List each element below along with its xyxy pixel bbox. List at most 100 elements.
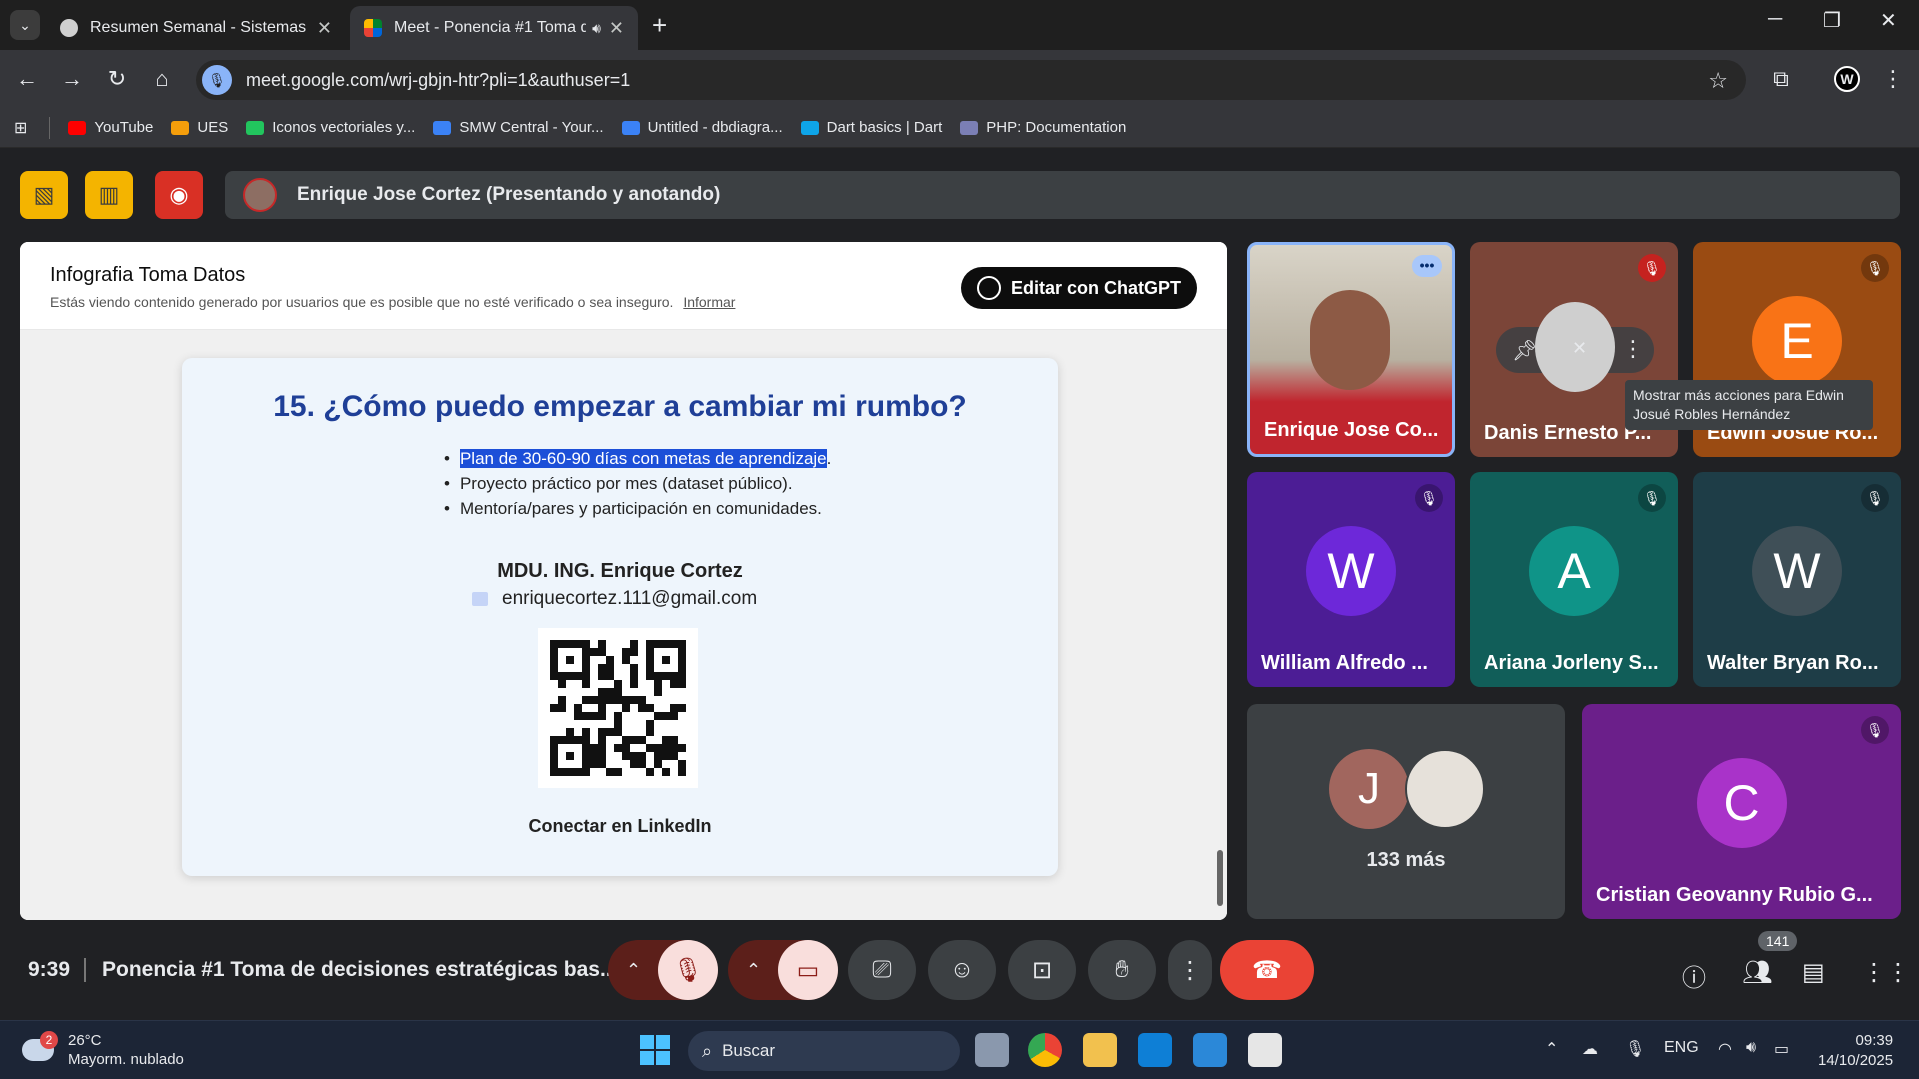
extensions-button[interactable]: ⧉ [1764, 62, 1798, 96]
php-icon [960, 120, 979, 135]
new-tab-button[interactable]: + [652, 10, 667, 41]
clock[interactable]: 09:39 14/10/2025 [1818, 1031, 1893, 1071]
linkedin-link[interactable]: Conectar en LinkedIn [182, 816, 1058, 837]
microphone-icon[interactable]: 🎙︎ [1625, 1039, 1645, 1059]
info-icon[interactable]: ⓘ [1682, 958, 1706, 993]
forward-button[interactable]: → [55, 62, 89, 96]
tab-search-button[interactable]: ⌄ [10, 10, 40, 40]
profile-button[interactable]: W [1830, 62, 1864, 96]
emoji-icon: ☺ [949, 956, 975, 983]
people-icon[interactable]: 👥︎ [1742, 958, 1772, 987]
reactions-button[interactable]: ☺ [928, 940, 996, 1000]
battery-icon[interactable]: ▭ [1774, 1039, 1789, 1059]
chrome-icon[interactable] [1028, 1033, 1062, 1067]
participant-tile[interactable]: 🎙︎ W William Alfredo ... [1247, 472, 1455, 687]
notepad-icon[interactable] [1193, 1033, 1227, 1067]
address-bar[interactable]: 🎙︎ meet.google.com/wrj-gbjn-htr?pli=1&au… [196, 60, 1746, 100]
call-controls: 9:39 Ponencia #1 Toma de decisiones estr… [0, 930, 1919, 1020]
menu-button[interactable]: ⋮ [1876, 62, 1910, 96]
leave-call-button[interactable]: ☎︎ [1220, 940, 1314, 1000]
bookmark-dart[interactable]: Dart basics | Dart [800, 119, 942, 136]
weather-widget[interactable]: 2 26°C Mayorm. nublado [22, 1031, 184, 1069]
participant-tile[interactable]: 🎙︎ A Ariana Jorleny S... [1470, 472, 1678, 687]
mic-toggle-button[interactable]: 🎙︎ [658, 940, 718, 1000]
pin-icon[interactable]: 📌︎ [1512, 338, 1537, 363]
star-icon[interactable]: ☆ [1708, 68, 1728, 94]
arrow-right-icon: → [61, 66, 83, 91]
bookmark-iconos[interactable]: Iconos vectoriales y... [246, 119, 415, 136]
present-screen-icon: ⎚ [872, 956, 892, 983]
camera-toggle-button[interactable]: ▭ [778, 940, 838, 1000]
report-link[interactable]: Informar [683, 294, 735, 310]
slide-bullets: Plan de 30-60-90 días con metas de apren… [444, 446, 831, 521]
more-options-button[interactable]: ⋮ [1168, 940, 1212, 1000]
more-participants-tile[interactable]: J 133 más [1247, 704, 1565, 919]
avatar: E [1752, 295, 1842, 386]
edit-with-chatgpt-button[interactable]: Editar con ChatGPT [960, 267, 1197, 309]
meet-area: ▧ ▥ ◉ Enrique Jose Cortez (Presentando y… [0, 149, 1919, 1019]
vscode-icon[interactable] [1138, 1033, 1172, 1067]
captions-button[interactable]: ⊡ [1008, 940, 1076, 1000]
more-vert-icon[interactable]: ⋮ [1622, 336, 1644, 362]
mic-off-icon: 🎙︎ [672, 956, 704, 984]
volume-icon[interactable]: 🔊︎ [1746, 1039, 1756, 1057]
back-button[interactable]: ← [10, 62, 44, 96]
participant-name: William Alfredo ... [1261, 652, 1428, 674]
home-button[interactable]: ⌂ [145, 62, 179, 96]
mail-icon [472, 592, 488, 606]
apps-grid-icon[interactable]: ⊞ [14, 118, 27, 138]
task-view-icon[interactable] [975, 1033, 1009, 1067]
chevron-up-icon[interactable]: ⌃ [1545, 1039, 1558, 1059]
mute-icon[interactable]: ✕ [1572, 338, 1587, 359]
annotate-button[interactable]: ▥ [85, 171, 133, 219]
store-icon[interactable] [1248, 1033, 1282, 1067]
recording-button[interactable]: ◉ [155, 171, 203, 219]
close-icon[interactable]: ✕ [317, 18, 332, 39]
scrollbar[interactable] [1217, 330, 1223, 920]
presenter-text: Enrique Jose Cortez (Presentando y anota… [297, 184, 721, 205]
file-explorer-icon[interactable] [1083, 1033, 1117, 1067]
restore-button[interactable]: ❐ [1823, 8, 1841, 33]
minimize-button[interactable]: ─ [1768, 8, 1782, 31]
participant-tile[interactable]: 🎙︎ C Cristian Geovanny Rubio G... [1582, 704, 1901, 919]
bookmark-ues[interactable]: UES [171, 119, 228, 136]
raise-hand-button[interactable]: ✋︎ [1088, 940, 1156, 1000]
chat-icon[interactable]: ▤ [1802, 958, 1825, 987]
present-button[interactable]: ⎚ [848, 940, 916, 1000]
content-header: Infografia Toma Datos Estás viendo conte… [20, 242, 1227, 330]
onedrive-icon[interactable]: ☁︎ [1582, 1039, 1598, 1059]
close-window-button[interactable]: ✕ [1880, 8, 1897, 33]
tab-meet[interactable]: Meet - Ponencia #1 Toma d 🔊︎ ✕ [350, 6, 638, 50]
tab-title: Resumen Semanal - Sistemas [90, 19, 307, 36]
bookmark-youtube[interactable]: YouTube [68, 119, 153, 136]
close-icon[interactable]: ✕ [609, 18, 624, 39]
participant-tile[interactable]: ••• Enrique Jose Co... [1247, 242, 1455, 457]
tab-resumen[interactable]: Resumen Semanal - Sistemas ✕ [46, 6, 346, 50]
ues-icon [171, 120, 190, 135]
bookmark-php[interactable]: PHP: Documentation [960, 119, 1126, 136]
more-count: 133 más [1366, 849, 1446, 871]
vector-icon [246, 120, 265, 135]
activities-icon[interactable]: ⋮⋮ [1862, 958, 1910, 987]
start-button[interactable] [640, 1035, 670, 1065]
taskbar-search[interactable]: ⌕ Buscar [688, 1031, 960, 1071]
weather-text: 26°C Mayorm. nublado [68, 1031, 184, 1069]
scrollbar-thumb[interactable] [1217, 850, 1223, 906]
chevron-up-icon[interactable]: ⌃ [626, 960, 641, 981]
arrow-left-icon: ← [16, 66, 38, 91]
participant-name: Cristian Geovanny Rubio G... [1596, 884, 1873, 906]
language-indicator[interactable]: ENG [1664, 1039, 1699, 1057]
reload-button[interactable]: ↻ [100, 62, 134, 96]
url-text[interactable]: meet.google.com/wrj-gbjn-htr?pli=1&authu… [246, 70, 630, 91]
mic-off-icon: 🎙︎ [1861, 716, 1889, 744]
dbdiagram-icon [621, 120, 640, 135]
more-options-icon[interactable]: ••• [1412, 255, 1442, 277]
presentation-off-button[interactable]: ▧ [20, 171, 68, 219]
chevron-up-icon[interactable]: ⌃ [746, 960, 761, 981]
speaker-name: MDU. ING. Enrique Cortez [497, 560, 743, 582]
wifi-icon[interactable]: ◠ [1718, 1039, 1732, 1059]
bookmark-dbdiagram[interactable]: Untitled - dbdiagra... [621, 119, 783, 136]
microphone-icon[interactable]: 🎙︎ [202, 65, 232, 95]
bookmark-smw[interactable]: SMW Central - Your... [433, 119, 604, 136]
participant-tile[interactable]: 🎙︎ W Walter Bryan Ro... [1693, 472, 1901, 687]
